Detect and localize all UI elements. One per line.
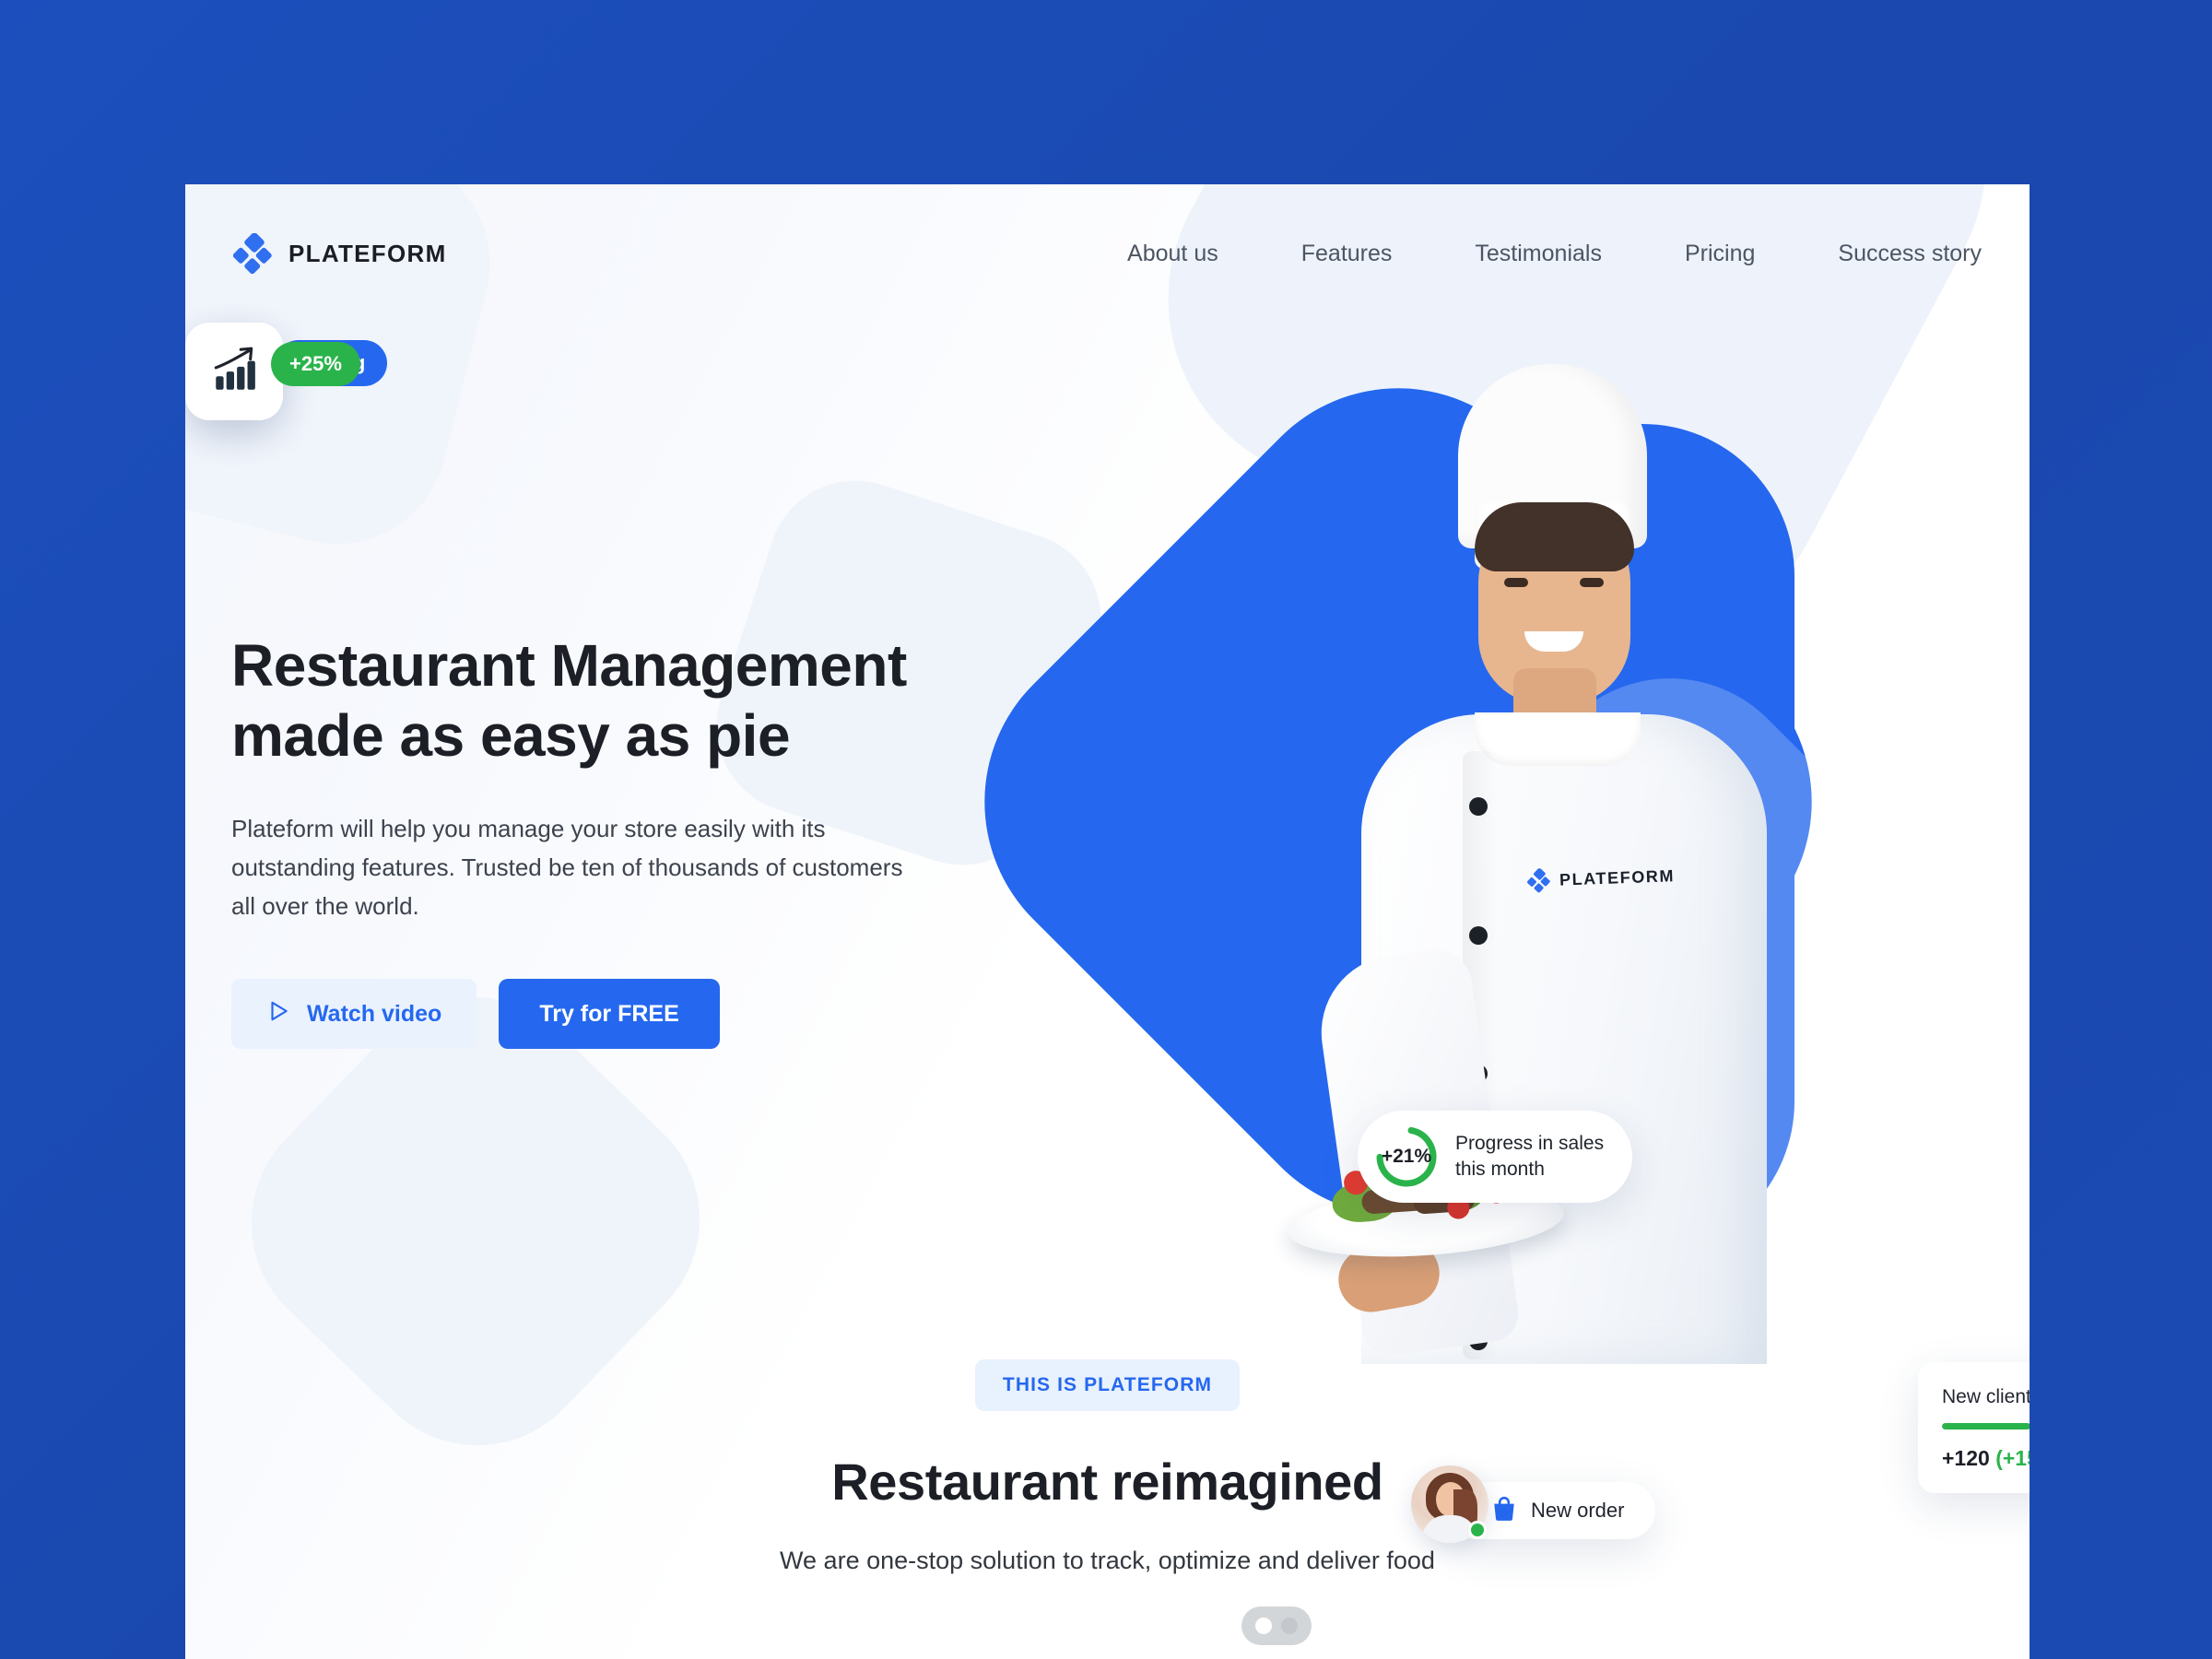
chef-eye (1504, 578, 1528, 587)
try-for-free-button[interactable]: Try for FREE (499, 979, 720, 1050)
growth-badge: +25% (271, 342, 360, 386)
hero-title-line-2: made as easy as pie (231, 701, 791, 769)
hero-title-line-1: Restaurant Management (231, 632, 907, 699)
chef-button (1469, 797, 1488, 816)
progress-value: +21% (1381, 1146, 1432, 1167)
nav-item-testimonials[interactable]: Testimonials (1433, 231, 1643, 276)
nav-item-pricing[interactable]: Pricing (1643, 231, 1796, 276)
diamond-cluster-icon (232, 232, 274, 275)
nav-item-about-us[interactable]: About us (1086, 231, 1260, 276)
nav-item-success-story[interactable]: Success story (1796, 231, 1982, 276)
watch-video-label: Watch video (307, 1000, 442, 1027)
section-title: Restaurant reimagined (831, 1453, 1383, 1511)
chef-hair (1475, 502, 1634, 571)
progress-label-line-1: Progress in sales (1455, 1132, 1605, 1154)
carousel-dot-1[interactable] (1255, 1618, 1272, 1634)
carousel-dot-2[interactable] (1281, 1618, 1298, 1634)
hero-section: Restaurant Management made as easy as pi… (185, 319, 2030, 1645)
brand-name: PLATEFORM (288, 239, 447, 267)
hero-title: Restaurant Management made as easy as pi… (231, 631, 1061, 771)
hero-visual: PLATEFORM (915, 319, 2030, 1364)
chef-eye (1580, 578, 1604, 587)
chef-uniform-logo-text: PLATEFORM (1559, 865, 1676, 889)
hero-copy: Restaurant Management made as easy as pi… (231, 631, 1061, 1050)
watch-video-button[interactable]: Watch video (231, 979, 477, 1050)
progress-ring: +21% (1374, 1124, 1439, 1189)
section-subtitle: We are one-stop solution to track, optim… (780, 1547, 1435, 1574)
page-card: PLATEFORM About us Features Testimonials… (185, 184, 2030, 1659)
chef-photo: PLATEFORM (1274, 364, 1845, 1364)
chef-button (1469, 926, 1488, 945)
hero-actions: Watch video Try for FREE (231, 979, 1061, 1050)
section-eyebrow-badge: THIS IS PLATEFORM (974, 1359, 1241, 1411)
carousel-pagination[interactable] (1241, 1606, 1312, 1645)
bar-chart-uptrend-icon (209, 345, 259, 399)
hero-subtitle: Plateform will help you manage your stor… (231, 815, 903, 921)
growth-card[interactable]: +25% (185, 323, 382, 518)
growth-icon-tile (185, 323, 283, 420)
site-header: PLATEFORM About us Features Testimonials… (185, 184, 2030, 323)
progress-label-line-2: this month (1455, 1159, 1545, 1180)
main-nav: About us Features Testimonials Pricing S… (1086, 231, 1982, 276)
progress-card[interactable]: +21% Progress in sales this month (1358, 1111, 1632, 1203)
intro-section: THIS IS PLATEFORM Restaurant reimagined … (185, 1359, 2030, 1575)
brand-logo[interactable]: PLATEFORM (232, 232, 447, 275)
chef-collar (1475, 712, 1641, 766)
progress-label: Progress in sales this month (1455, 1131, 1604, 1183)
diamond-cluster-icon (1526, 867, 1552, 893)
play-triangle-icon (266, 999, 290, 1030)
nav-item-features[interactable]: Features (1260, 231, 1434, 276)
